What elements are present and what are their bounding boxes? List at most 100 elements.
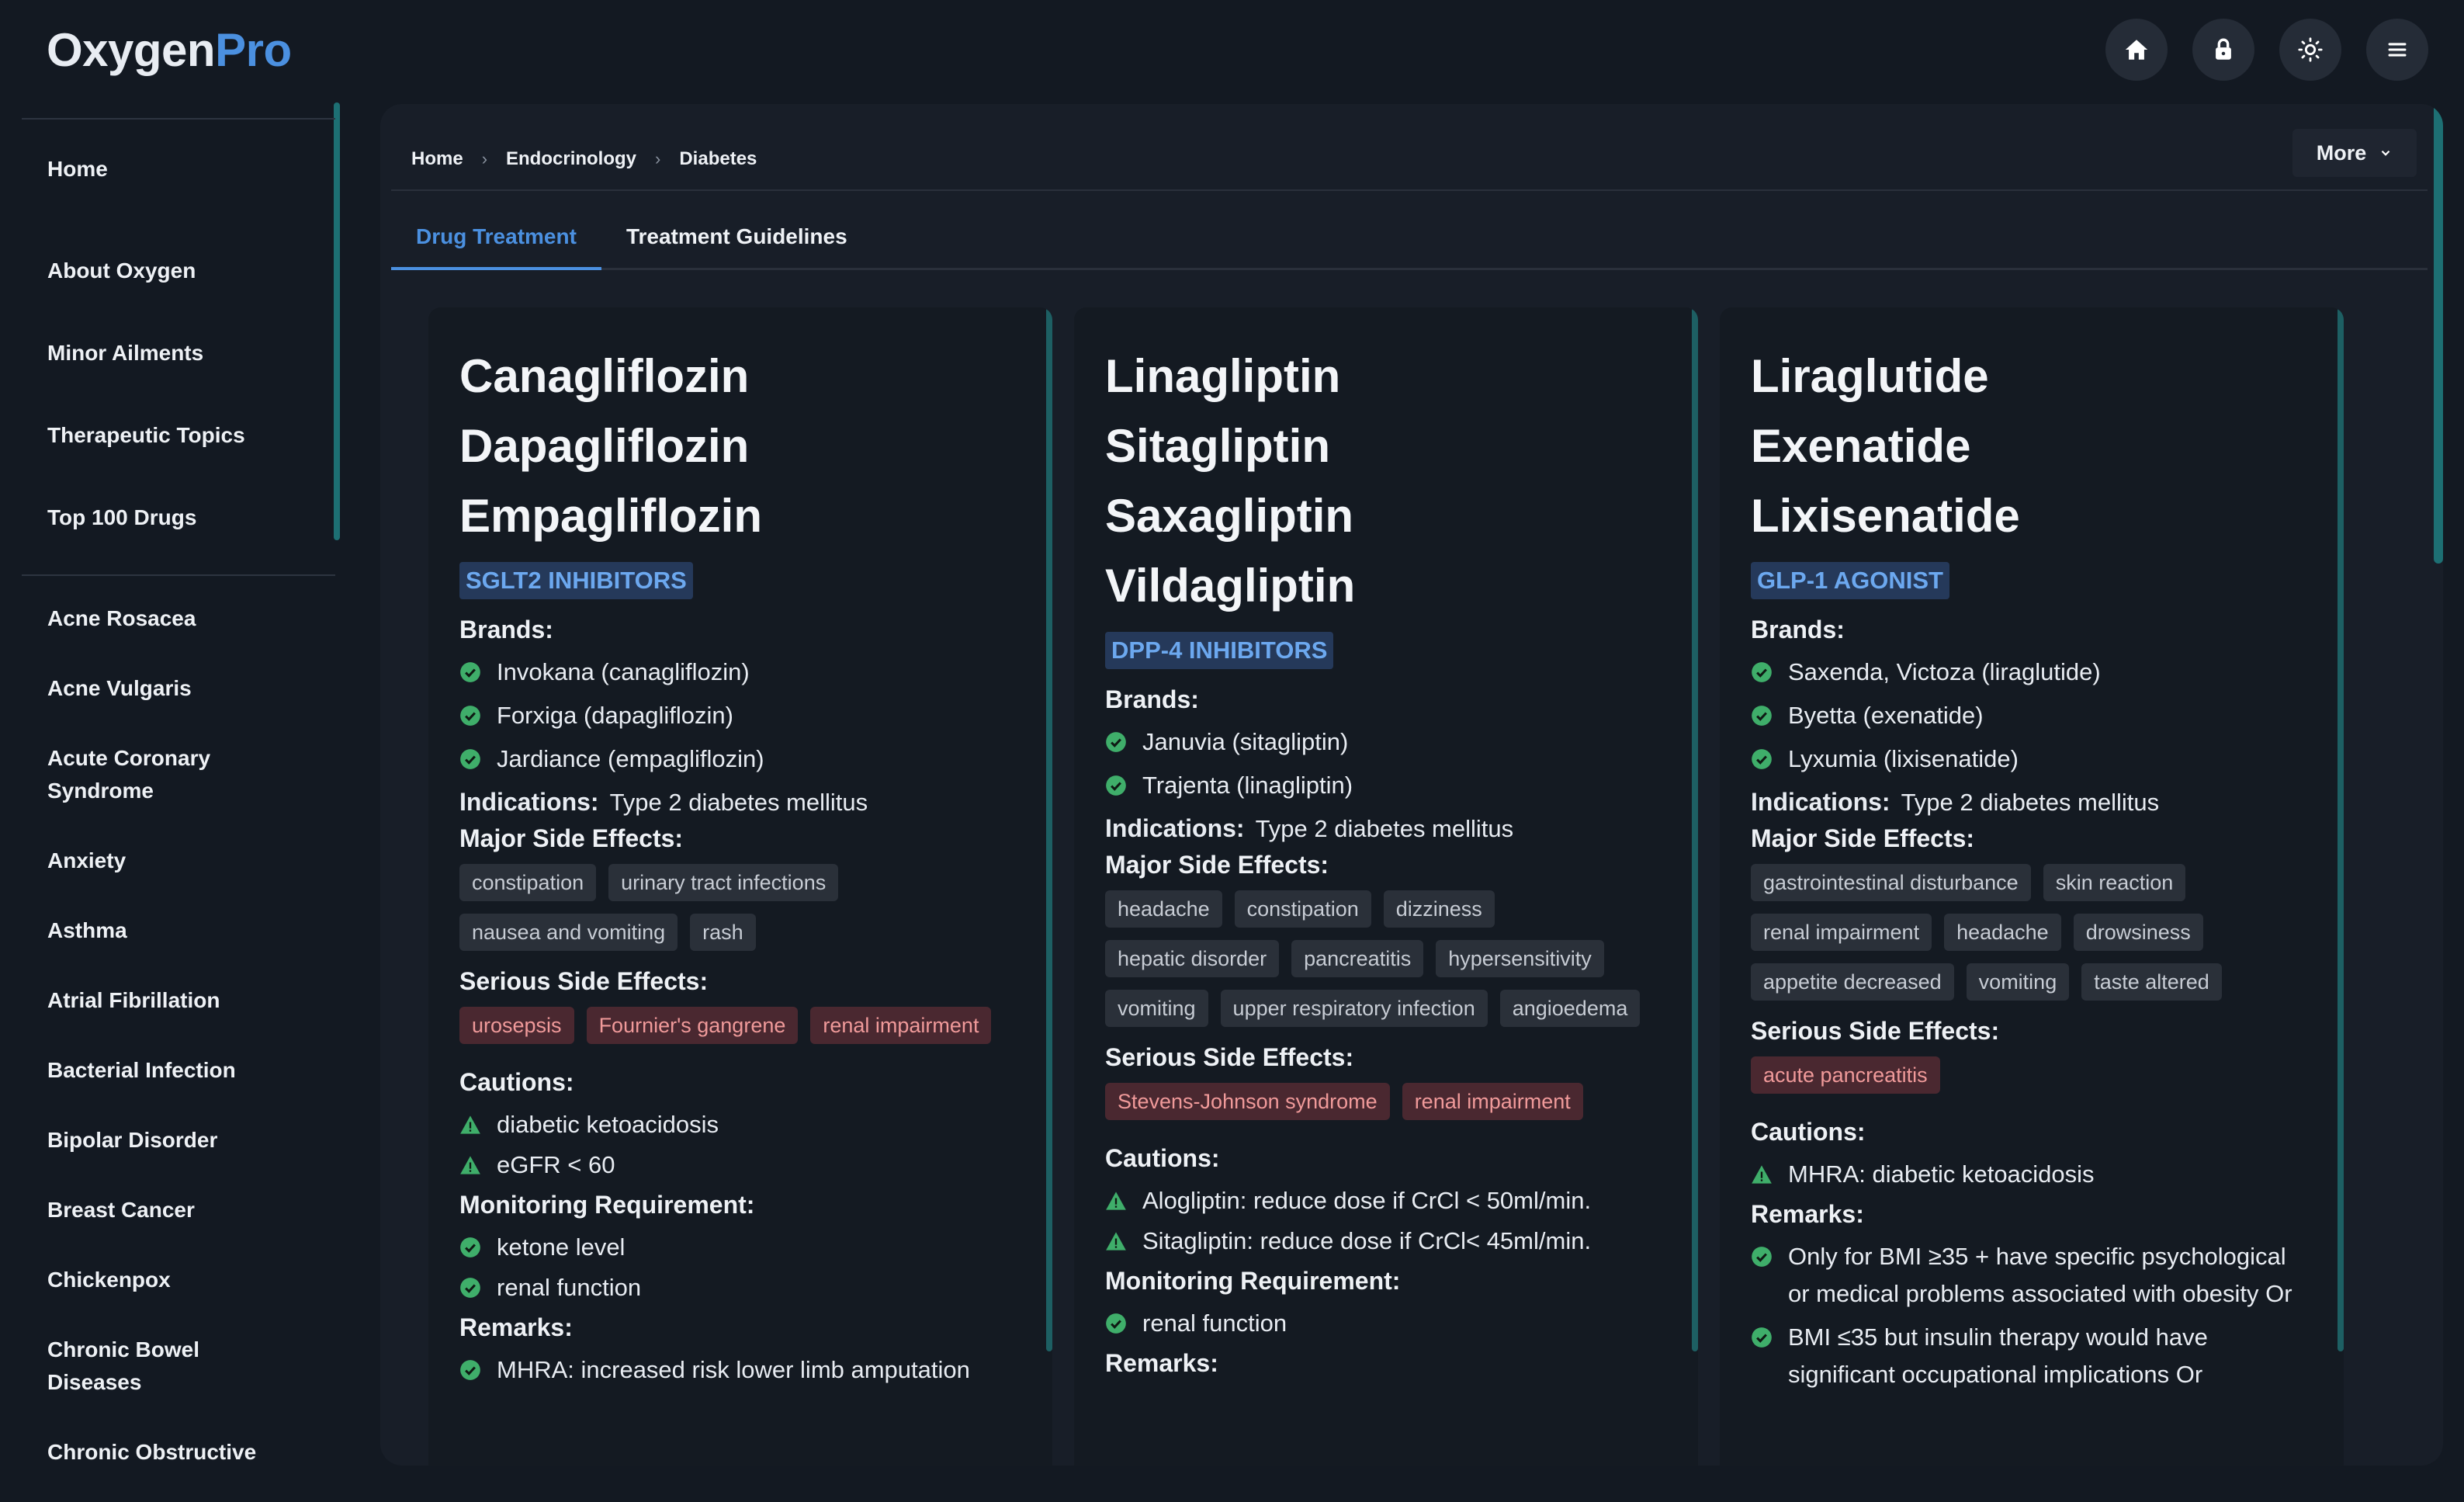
caution-text: eGFR < 60 [497,1151,615,1178]
monitoring-text: renal function [497,1274,642,1301]
home-icon [2125,40,2148,60]
check-circle-icon [460,749,480,769]
theme-toggle-button[interactable] [2279,19,2341,81]
sidebar-topic-item[interactable]: Acute Coronary Syndrome [22,742,224,807]
warning-triangle-icon [1106,1232,1126,1251]
sidebar-topic-item[interactable]: Chronic Bowel Diseases [22,1334,200,1399]
side-effect-chip: drowsiness [2073,914,2203,951]
indications-value: Type 2 diabetes mellitus [609,789,868,816]
sidebar-topic-item[interactable]: Acne Rosacea [22,602,335,635]
indications-row: Indications: Type 2 diabetes mellitus [1751,784,2313,820]
sidebar-primary-nav: Home About Oxygen Minor Ailments Therape… [22,120,335,574]
side-effect-chip: appetite decreased [1751,963,1954,1001]
sidebar-topic-item[interactable]: Asthma [22,914,335,947]
sidebar-topic-item[interactable]: Breast Cancer [22,1194,335,1226]
drug-card: Linagliptin Sitagliptin Saxagliptin Vild… [1074,307,1698,1466]
tab-treatment-guidelines[interactable]: Treatment Guidelines [601,224,872,268]
monitoring-item: renal function [1105,1305,1667,1342]
check-circle-icon [1752,1327,1772,1348]
card-scrollbar[interactable] [2338,307,2344,1351]
more-dropdown-button[interactable]: More [2292,129,2417,177]
home-button[interactable] [2105,19,2168,81]
card-scrollbar[interactable] [1692,307,1698,1351]
logo-text-oxygen: Oxygen [47,24,216,76]
side-effect-chip: upper respiratory infection [1220,990,1488,1027]
serious-side-effects-list: urosepsis Fournier's gangrene renal impa… [459,1007,1021,1044]
drug-name: Saxagliptin [1105,490,1354,542]
remark-item: MHRA: increased risk lower limb amputati… [459,1351,1021,1389]
major-side-effects-list: gastrointestinal disturbance skin reacti… [1751,864,2313,1001]
sidebar-item-minor-ailments[interactable]: Minor Ailments [22,312,335,394]
warning-triangle-icon [1106,1192,1126,1210]
brand-text: Januvia (sitagliptin) [1142,728,1349,755]
side-effect-chip: headache [1944,914,2061,951]
brand-text: Byetta (exenatide) [1788,702,1984,729]
logo-text-pro: Pro [215,24,292,76]
menu-button[interactable] [2366,19,2428,81]
side-effect-chip: rash [690,914,756,951]
serious-side-effect-chip: urosepsis [459,1007,574,1044]
side-effect-chip: vomiting [1966,963,2070,1001]
brand-text: Saxenda, Victoza (liraglutide) [1788,658,2101,685]
app-logo[interactable]: OxygenPro [47,23,292,77]
brand-text: Jardiance (empagliflozin) [497,745,764,772]
side-effect-chip: gastrointestinal disturbance [1751,864,2031,901]
drug-name: Liraglutide [1751,350,1989,402]
sidebar-topic-item[interactable]: Atrial Fibrillation [22,984,335,1017]
side-effect-chip: headache [1105,890,1222,928]
check-circle-icon [1106,775,1126,796]
brand-text: Trajenta (linagliptin) [1142,772,1353,799]
sidebar-topic-list: Acne Rosacea Acne Vulgaris Acute Coronar… [22,576,335,1467]
remark-text: MHRA: increased risk lower limb amputati… [497,1356,970,1383]
sidebar-topic-item[interactable]: Bacterial Infection [22,1054,335,1087]
drug-name: Vildagliptin [1105,560,1356,612]
tab-bar: Drug Treatment Treatment Guidelines [391,191,2428,270]
remark-text: BMI ≤35 but insulin therapy would have s… [1788,1323,2208,1388]
drug-name: Linagliptin [1105,350,1341,402]
check-circle-icon [460,662,480,682]
side-effect-chip: hepatic disorder [1105,940,1280,977]
side-effect-chip: vomiting [1105,990,1208,1027]
check-circle-icon [1106,732,1126,752]
monitoring-item: renal function [459,1269,1021,1306]
sidebar-item-top-100-drugs[interactable]: Top 100 Drugs [22,477,335,559]
sidebar-item-about-oxygen[interactable]: About Oxygen [22,230,335,312]
breadcrumb-diabetes[interactable]: Diabetes [679,148,757,170]
brands-heading: Brands: [1105,685,1199,713]
side-effect-chip: hypersensitivity [1436,940,1604,977]
sidebar-topic-item[interactable]: Chickenpox [22,1264,335,1296]
indications-label: Indications: [1105,814,1245,842]
tab-drug-treatment[interactable]: Drug Treatment [391,224,601,270]
drug-name: Lixisenatide [1751,490,2020,542]
cautions-heading: Cautions: [1105,1144,1220,1172]
monitoring-heading: Monitoring Requirement: [1105,1267,1401,1295]
drug-name: Exenatide [1751,420,1971,472]
sidebar-topic-item[interactable]: Chronic Obstructive [22,1436,335,1467]
caution-text: diabetic ketoacidosis [497,1111,719,1138]
breadcrumb-home[interactable]: Home [411,148,463,170]
main-scrollbar[interactable] [2434,104,2443,564]
breadcrumb-endocrinology[interactable]: Endocrinology [506,148,636,170]
indications-label: Indications: [459,788,599,816]
sidebar-item-therapeutic-topics[interactable]: Therapeutic Topics [22,394,335,477]
major-side-effects-heading: Major Side Effects: [459,824,684,852]
brand-item: Trajenta (linagliptin) [1105,767,1667,804]
brand-text: Lyxumia (lixisenatide) [1788,745,2019,772]
card-scrollbar[interactable] [1046,307,1052,1351]
top-actions [2105,19,2428,81]
check-circle-icon [460,1278,480,1298]
indications-value: Type 2 diabetes mellitus [1255,815,1514,842]
serious-side-effect-chip: renal impairment [810,1007,992,1044]
sidebar-topic-item[interactable]: Acne Vulgaris [22,672,335,705]
indications-row: Indications: Type 2 diabetes mellitus [459,784,1021,820]
indications-row: Indications: Type 2 diabetes mellitus [1105,810,1667,847]
serious-side-effects-heading: Serious Side Effects: [1751,1017,2000,1045]
caution-text: Alogliptin: reduce dose if CrCl < 50ml/m… [1142,1187,1592,1214]
drug-name: Dapagliflozin [459,420,750,472]
sidebar-topic-item[interactable]: Anxiety [22,845,335,877]
sidebar-topic-item[interactable]: Bipolar Disorder [22,1124,335,1157]
warning-triangle-icon [1752,1165,1772,1184]
lock-button[interactable] [2192,19,2254,81]
side-effect-chip: skin reaction [2043,864,2186,901]
sidebar-item-home[interactable]: Home [22,147,335,191]
